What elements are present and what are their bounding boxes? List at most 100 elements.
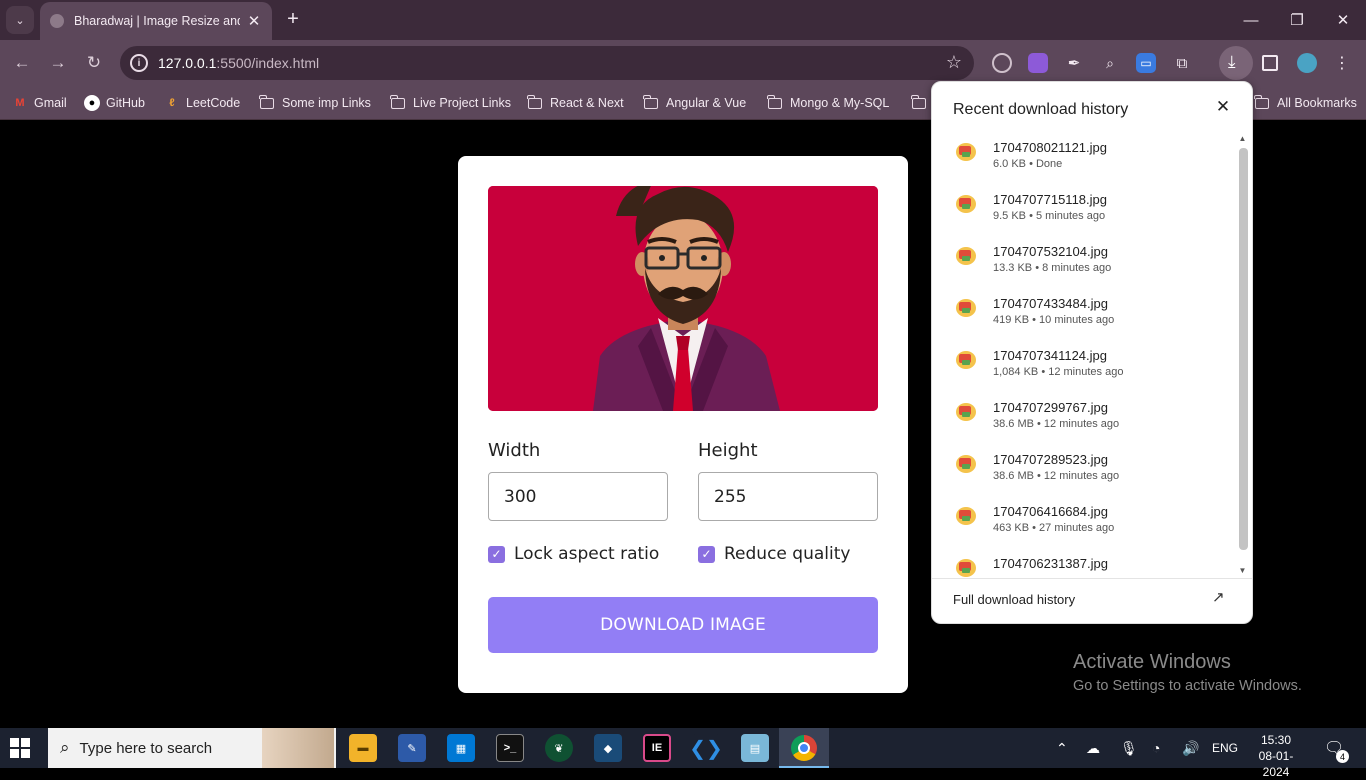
chrome-taskbar-active[interactable]	[779, 728, 829, 768]
download-filename: 1704707341124.jpg	[993, 348, 1107, 363]
scrollbar-thumb[interactable]	[1239, 148, 1248, 550]
bookmark-folder-imp-links[interactable]: Some imp Links	[259, 93, 371, 113]
download-item[interactable]: 1704707299767.jpg 38.6 MB • 12 minutes a…	[932, 394, 1237, 446]
microphone-icon[interactable]: 🎙	[1120, 728, 1138, 768]
width-input[interactable]: 300	[488, 472, 668, 521]
bookmark-folder-react-next[interactable]: React & Next	[527, 93, 624, 113]
download-item[interactable]: 1704707715118.jpg 9.5 KB • 5 minutes ago	[932, 186, 1237, 238]
browser-toolbar: ← → ↻ i 127.0.0.1:5500/index.html ☆ ✒ ⌕ …	[0, 40, 1366, 86]
image-preview[interactable]	[488, 186, 878, 411]
download-image-button[interactable]: DOWNLOAD IMAGE	[488, 597, 878, 653]
windows-start-icon[interactable]	[10, 738, 30, 758]
onedrive-icon[interactable]: ☁	[1086, 728, 1100, 768]
download-filename: 1704707299767.jpg	[993, 400, 1108, 415]
file-explorer-icon[interactable]: ▬	[349, 734, 377, 762]
download-item[interactable]: 1704707289523.jpg 38.6 MB • 12 minutes a…	[932, 446, 1237, 498]
mysql-workbench-icon[interactable]: ◆	[594, 734, 622, 762]
new-tab-button[interactable]: +	[282, 8, 304, 30]
forward-button[interactable]: →	[44, 49, 72, 77]
download-filename: 1704707532104.jpg	[993, 244, 1108, 259]
bookmark-label: LeetCode	[186, 96, 241, 110]
side-panel-icon[interactable]	[1262, 55, 1278, 71]
download-item[interactable]: 1704707433484.jpg 419 KB • 10 minutes ag…	[932, 290, 1237, 342]
download-meta: 13.3 KB • 8 minutes ago	[993, 262, 1112, 274]
extension-screen-icon[interactable]: ▭	[1136, 53, 1156, 73]
extensions-puzzle-icon[interactable]: ⧉	[1172, 53, 1192, 73]
terminal-icon[interactable]: >_	[496, 734, 524, 762]
bookmark-folder-mongo-mysql[interactable]: Mongo & My-SQL	[767, 93, 889, 113]
reduce-quality-checkbox[interactable]: ✓ Reduce quality	[698, 544, 850, 564]
profile-avatar[interactable]	[1297, 53, 1317, 73]
taskbar-clock[interactable]: 15:30 08-01-2024	[1248, 732, 1304, 780]
bookmark-leetcode[interactable]: ℓ LeetCode	[164, 93, 240, 113]
notification-center-icon[interactable]: 🗨 4	[1324, 728, 1349, 768]
mongodb-compass-icon[interactable]: ❦	[545, 734, 573, 762]
watermark-subtitle: Go to Settings to activate Windows.	[1073, 678, 1302, 694]
image-file-icon	[956, 195, 976, 213]
width-label: Width	[488, 440, 541, 461]
clock-date: 08-01-2024	[1258, 749, 1294, 779]
back-button[interactable]: ←	[8, 49, 36, 77]
full-download-history-link[interactable]: Full download history ↗	[932, 578, 1252, 623]
language-indicator[interactable]: ENG	[1212, 728, 1238, 768]
lock-aspect-ratio-checkbox[interactable]: ✓ Lock aspect ratio	[488, 544, 659, 564]
bookmark-folder-angular-vue[interactable]: Angular & Vue	[643, 93, 746, 113]
paint-app-icon[interactable]: ✎	[398, 734, 426, 762]
download-item[interactable]: 1704707341124.jpg 1,084 KB • 12 minutes …	[932, 342, 1237, 394]
full-history-label: Full download history	[953, 592, 1076, 607]
scroll-down-icon[interactable]: ▼	[1237, 566, 1248, 576]
show-hidden-icons-chevron[interactable]: ⌃	[1056, 728, 1068, 768]
extension-eyedropper-icon[interactable]: ✒	[1064, 53, 1084, 73]
bookmark-gmail[interactable]: M Gmail	[12, 93, 66, 113]
tab-close-icon[interactable]: ✕	[246, 12, 262, 30]
download-meta: 38.6 MB • 12 minutes ago	[993, 418, 1120, 430]
bookmark-star-icon[interactable]: ☆	[946, 52, 962, 73]
download-filename: 1704707289523.jpg	[993, 452, 1108, 467]
image-file-icon	[956, 507, 976, 525]
menu-kebab-icon[interactable]: ⋮	[1332, 53, 1352, 73]
watermark-title: Activate Windows	[1073, 651, 1231, 673]
url-host: 127.0.0.1	[158, 55, 217, 71]
height-input[interactable]: 255	[698, 472, 878, 521]
extension-search-icon[interactable]: ⌕	[1100, 53, 1120, 73]
restore-button[interactable]: ❐	[1274, 0, 1320, 40]
store-icon[interactable]: ▦	[447, 734, 475, 762]
download-list-scrollbar[interactable]: ▲ ▼	[1237, 134, 1248, 578]
extension-record-icon[interactable]	[992, 53, 1012, 73]
address-bar[interactable]: i 127.0.0.1:5500/index.html ☆	[120, 46, 974, 80]
volume-icon[interactable]: 🔊	[1182, 728, 1199, 768]
bookmark-github[interactable]: ● GitHub	[84, 93, 145, 113]
notification-count-badge: 4	[1336, 750, 1349, 763]
minimize-button[interactable]: —	[1228, 0, 1274, 40]
download-item[interactable]: 1704706231387.jpg	[932, 550, 1237, 578]
download-list: 1704708021121.jpg 6.0 KB • Done 17047077…	[932, 134, 1237, 578]
extension-gradient-icon[interactable]	[1028, 53, 1048, 73]
all-bookmarks-button[interactable]: All Bookmarks	[1254, 93, 1357, 113]
download-item[interactable]: 1704708021121.jpg 6.0 KB • Done	[932, 134, 1237, 186]
bookmark-folder-live-projects[interactable]: Live Project Links	[390, 93, 511, 113]
download-meta: 463 KB • 27 minutes ago	[993, 522, 1115, 534]
vscode-icon[interactable]: ❮❯	[689, 734, 723, 762]
browser-tab[interactable]: Bharadwaj | Image Resize and C ✕	[40, 2, 272, 40]
scroll-up-icon[interactable]: ▲	[1237, 134, 1248, 144]
download-item[interactable]: 1704707532104.jpg 13.3 KB • 8 minutes ag…	[932, 238, 1237, 290]
activate-windows-watermark: Activate Windows Go to Settings to activ…	[1073, 651, 1302, 694]
downloads-button[interactable]: ⤓	[1219, 46, 1253, 80]
reload-button[interactable]: ↻	[80, 49, 108, 77]
close-icon[interactable]: ✕	[1213, 97, 1233, 117]
tab-search-button[interactable]: ⌄	[6, 6, 34, 34]
window-close-button[interactable]: ✕	[1320, 0, 1366, 40]
download-item[interactable]: 1704706416684.jpg 463 KB • 27 minutes ag…	[932, 498, 1237, 550]
wifi-icon[interactable]: ◔	[1152, 728, 1160, 768]
bookmark-label: React & Next	[550, 96, 624, 110]
checkmark-icon: ✓	[698, 545, 715, 563]
notepad-icon[interactable]: ▤	[741, 734, 769, 762]
image-file-icon	[956, 351, 976, 369]
image-file-icon	[956, 299, 976, 317]
image-file-icon	[956, 455, 976, 473]
site-info-icon[interactable]: i	[130, 54, 148, 72]
download-history-popup: Recent download history ✕ 1704708021121.…	[931, 81, 1253, 624]
gmail-icon: M	[15, 97, 25, 109]
intellij-idea-icon[interactable]: IE	[643, 734, 671, 762]
search-placeholder: Type here to search	[79, 739, 213, 757]
